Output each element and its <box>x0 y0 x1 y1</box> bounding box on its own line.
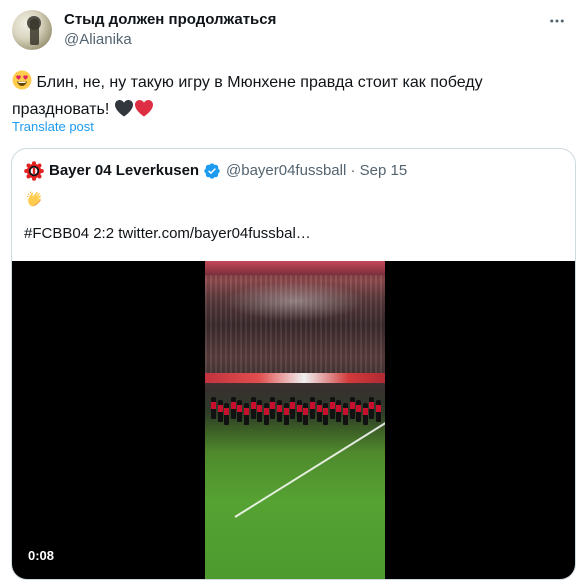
black-heart-emoji-icon <box>114 99 134 125</box>
player-figure <box>270 397 276 419</box>
author-display-name[interactable]: Стыд должен продолжаться <box>64 11 276 28</box>
player-figure <box>323 403 329 425</box>
stadium-light-haze <box>225 281 365 321</box>
quoted-tweet-date[interactable]: Sep 15 <box>360 162 408 179</box>
quoted-author-meta[interactable]: @bayer04fussball · Sep 15 <box>226 162 407 179</box>
player-figure <box>230 397 236 419</box>
video-timestamp: 0:08 <box>28 548 55 563</box>
player-figure <box>329 397 335 419</box>
player-figure <box>362 403 368 425</box>
more-horizontal-icon[interactable] <box>546 10 568 32</box>
author-handle[interactable]: @Alianika <box>64 31 132 48</box>
player-figure <box>310 397 315 419</box>
player-figure <box>296 400 302 422</box>
date-separator: · <box>350 162 356 179</box>
player-figure <box>211 397 216 419</box>
player-figure <box>283 403 289 425</box>
player-figure <box>316 400 322 422</box>
player-figure <box>336 400 342 422</box>
quoted-author-display-name[interactable]: Bayer 04 Leverkusen <box>49 162 199 179</box>
player-figure <box>237 400 243 422</box>
red-heart-emoji-icon <box>134 99 154 125</box>
heart-eyes-emoji-icon <box>12 70 32 98</box>
video-frame[interactable] <box>205 261 385 579</box>
video-player[interactable]: 0:08 <box>12 261 575 579</box>
player-figure <box>349 397 355 419</box>
player-figure <box>369 397 375 419</box>
player-figure <box>356 400 362 422</box>
player-figure <box>303 403 309 425</box>
avatar-figure <box>30 19 39 45</box>
tweet-card[interactable]: Стыд должен продолжаться @Alianika Блин,… <box>0 0 580 580</box>
stadium-roof <box>205 261 385 275</box>
player-figure <box>244 403 249 425</box>
quoted-tweet[interactable]: Bayer 04 Leverkusen @bayer04fussball · S… <box>11 148 576 580</box>
player-figure <box>257 400 263 422</box>
stadium-crowd <box>205 261 385 381</box>
bayer-logo-icon[interactable] <box>24 161 44 181</box>
player-figure <box>277 400 282 422</box>
player-figure <box>343 403 348 425</box>
players-group <box>207 391 383 429</box>
avatar[interactable] <box>12 10 52 50</box>
player-figure <box>263 403 269 425</box>
tweet-body-text: Блин, не, ну такую игру в Мюнхене правда… <box>12 74 483 118</box>
clapping-hands-emoji-icon <box>25 189 45 209</box>
tweet-text: Блин, не, ну такую игру в Мюнхене правда… <box>12 70 568 125</box>
verified-badge-icon <box>203 162 221 180</box>
translate-post-link[interactable]: Translate post <box>12 119 94 134</box>
player-figure <box>250 397 256 419</box>
player-figure <box>376 400 381 422</box>
player-figure <box>224 403 230 425</box>
player-figure <box>290 397 296 419</box>
player-figure <box>217 400 223 422</box>
quoted-author-handle[interactable]: @bayer04fussball <box>226 162 346 179</box>
advertising-board <box>205 373 385 383</box>
quoted-tweet-text: #FCBB04 2:2 twitter.com/bayer04fussbal… <box>24 225 311 242</box>
